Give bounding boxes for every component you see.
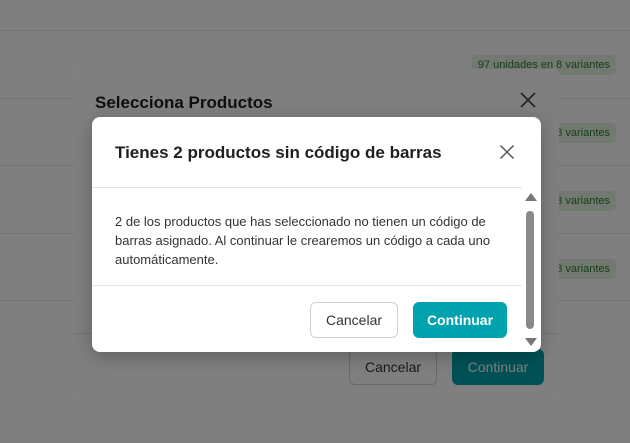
dialog-divider bbox=[92, 187, 522, 188]
continue-button[interactable]: Continuar bbox=[413, 302, 507, 338]
scroll-down-arrow-icon[interactable] bbox=[525, 338, 537, 346]
scroll-thumb[interactable] bbox=[526, 211, 534, 329]
dialog-title: Tienes 2 productos sin código de barras bbox=[115, 143, 442, 162]
dialog-divider bbox=[92, 285, 522, 286]
close-icon[interactable] bbox=[499, 144, 515, 160]
missing-barcode-dialog: Tienes 2 productos sin código de barras … bbox=[92, 117, 541, 352]
dialog-scrollbar[interactable] bbox=[523, 193, 537, 349]
cancel-button[interactable]: Cancelar bbox=[310, 302, 398, 338]
scroll-up-arrow-icon[interactable] bbox=[525, 193, 537, 201]
dialog-message: 2 de los productos que has seleccionado … bbox=[115, 214, 491, 267]
